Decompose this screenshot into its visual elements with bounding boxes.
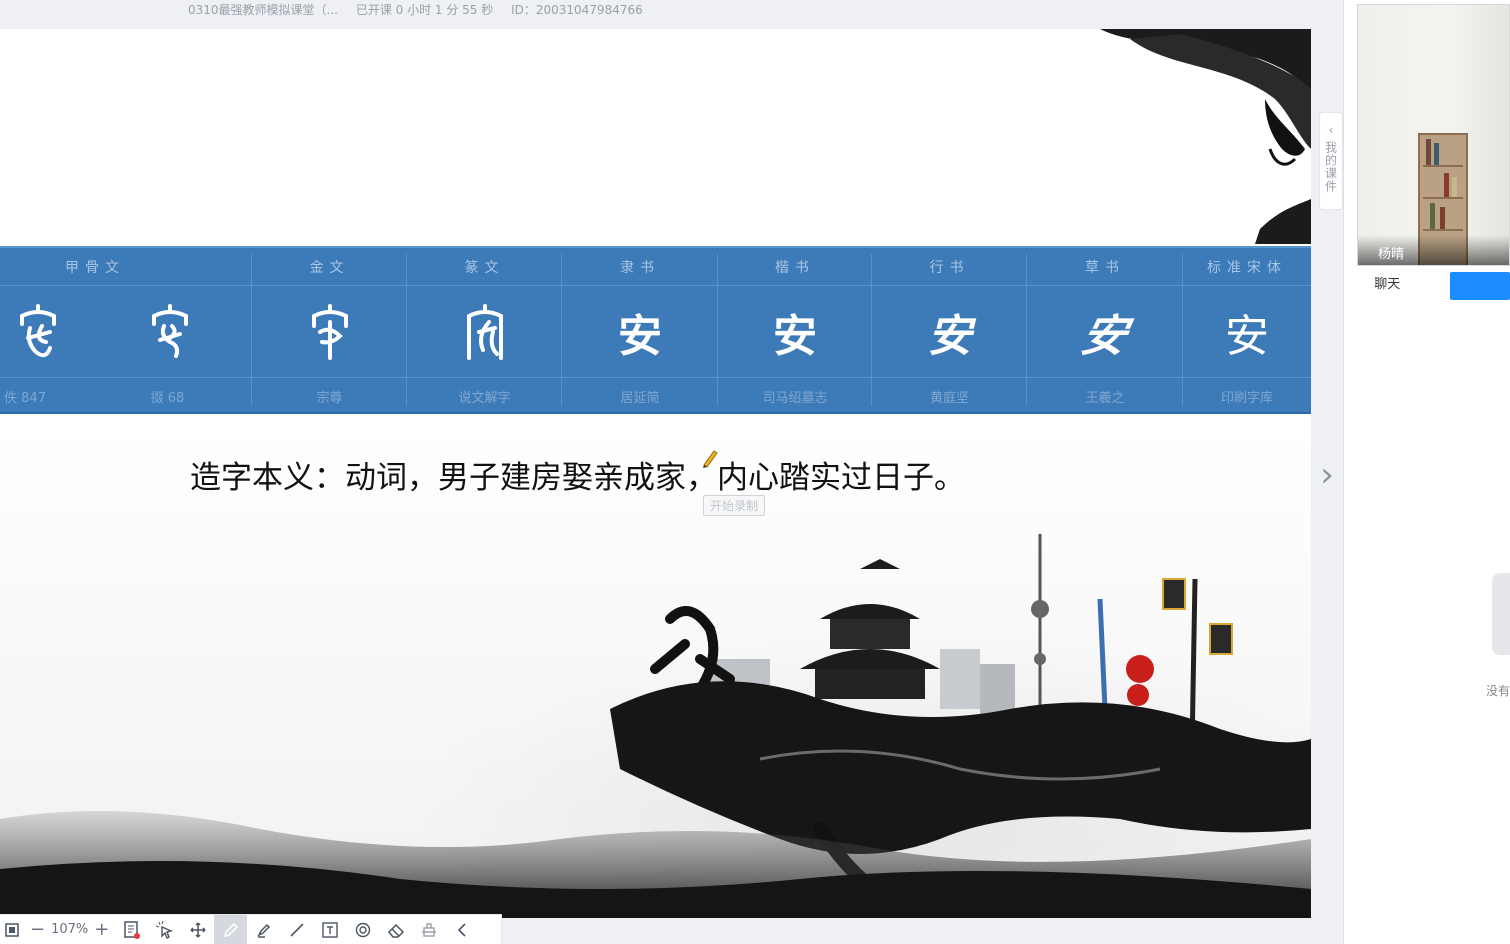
source-cell: 佚 847: [4, 390, 46, 406]
header-cell: 楷书: [775, 259, 815, 276]
header-cell: 草书: [1085, 259, 1125, 276]
column-divider: [871, 254, 872, 406]
pen-cursor-icon: [703, 450, 718, 468]
pen-icon: [223, 922, 238, 937]
column-divider: [251, 254, 252, 406]
video-name-label: 杨晴: [1358, 235, 1509, 265]
courseware-slide[interactable]: 甲骨文 金文 篆文 隶书 楷书 行书 草书 标准宋体 安 安 安 安 安 佚 8…: [0, 29, 1311, 918]
shape-tool-button[interactable]: [346, 915, 379, 944]
table-glyph-row: 安 安 安 安 安: [0, 286, 1311, 378]
column-divider: [1182, 254, 1183, 406]
status-text: 0310最强教师模拟课堂（... 已开课 0 小时 1 分 55 秒 ID：20…: [188, 1, 657, 18]
live-classroom-app: 0310最强教师模拟课堂（... 已开课 0 小时 1 分 55 秒 ID：20…: [0, 0, 1510, 944]
line-icon: [290, 922, 304, 937]
header-cell: 标准宋体: [1207, 259, 1287, 276]
header-cell: 隶书: [620, 259, 660, 276]
course-title: 0310最强教师模拟课堂（...: [188, 3, 338, 17]
source-cell: 说文解字: [458, 390, 511, 406]
header-cell: 篆文: [464, 259, 505, 276]
character-meaning-text: 造字本义：动词，男子建房娶亲成家，内心踏实过日子。: [190, 460, 965, 496]
line-tool-button[interactable]: [280, 915, 313, 944]
highlighter-icon: [257, 923, 270, 938]
clerical-glyph: 安: [618, 310, 662, 362]
eraser-button[interactable]: [379, 915, 412, 944]
tab-chat[interactable]: 聊天: [1357, 272, 1418, 300]
text-box-icon: [322, 921, 338, 938]
move-button[interactable]: [181, 915, 214, 944]
right-panel: 杨晴 聊天 没有: [1344, 0, 1510, 944]
next-slide-button[interactable]: ›: [1316, 455, 1338, 495]
zoom-control: − 107% +: [24, 919, 115, 940]
my-courseware-tab[interactable]: ‹ 我的课件: [1319, 112, 1343, 210]
script-evolution-table: 甲骨文 金文 篆文 隶书 楷书 行书 草书 标准宋体 安 安 安 安 安 佚 8…: [0, 246, 1311, 414]
whiteboard-toolbar: − 107% +: [0, 914, 502, 944]
zoom-value: 107%: [51, 922, 89, 937]
source-cell: 居延简: [620, 390, 660, 406]
eraser-icon: [387, 923, 404, 938]
table-header-row: 甲骨文 金文 篆文 隶书 楷书 行书 草书 标准宋体: [0, 248, 1311, 286]
status-bar: 0310最强教师模拟课堂（... 已开课 0 小时 1 分 55 秒 ID：20…: [0, 0, 1343, 28]
fit-screen-icon: [5, 922, 19, 937]
clear-board-icon: [421, 922, 436, 937]
zoom-in-button[interactable]: +: [94, 919, 109, 940]
pen-tool-button[interactable]: [214, 914, 248, 944]
room-id: ID：20031047984766: [511, 3, 643, 17]
notes-button[interactable]: [115, 915, 148, 944]
source-cell: 宗尊: [316, 390, 343, 406]
laser-pointer-icon: [155, 920, 174, 939]
circle-target-icon: [355, 922, 371, 937]
running-glyph: 安: [927, 310, 972, 362]
highlighter-button[interactable]: [247, 915, 280, 944]
bronze-glyph: [252, 286, 407, 377]
chevron-right-icon: ›: [1320, 455, 1334, 495]
my-courseware-label: 我的课件: [1323, 141, 1338, 193]
oracle-bone-glyph-1: [0, 286, 75, 377]
fit-screen-button[interactable]: [0, 915, 24, 944]
seal-glyph: [407, 286, 562, 377]
source-cell: 王羲之: [1085, 390, 1125, 406]
elapsed-time: 已开课 0 小时 1 分 55 秒: [355, 3, 494, 17]
laser-pointer-button[interactable]: [148, 915, 181, 944]
zoom-out-button[interactable]: −: [30, 919, 45, 940]
header-cell: 甲骨文: [65, 259, 125, 276]
header-cell: 金文: [309, 259, 350, 276]
regular-glyph: 安: [773, 310, 817, 362]
ink-splash-decoration: [1100, 29, 1311, 244]
chevron-left-icon: ‹: [1328, 123, 1334, 137]
collapse-toolbar-button[interactable]: [445, 915, 478, 944]
chat-empty-text: 没有: [1486, 684, 1510, 698]
source-cell: 印刷字库: [1220, 390, 1273, 406]
column-divider: [1026, 254, 1027, 406]
column-divider: [406, 254, 407, 406]
source-cell: 司马绍墓志: [762, 390, 828, 406]
source-cell: 掇 68: [150, 390, 185, 406]
column-divider: [561, 254, 562, 406]
move-icon: [190, 921, 206, 938]
column-divider: [717, 254, 718, 406]
cursive-glyph: 安: [1076, 310, 1132, 362]
table-source-row: 佚 847 掇 68 宗尊 说文解字 居延简 司马绍墓志 黄庭坚 王羲之 印刷字…: [0, 378, 1311, 414]
teacher-video[interactable]: 杨晴: [1357, 4, 1510, 266]
chat-drawer-handle[interactable]: [1492, 573, 1510, 655]
clear-button[interactable]: [412, 915, 445, 944]
header-cell: 行书: [929, 259, 970, 276]
source-cell: 黄庭坚: [929, 390, 969, 406]
songti-glyph: 安: [1225, 310, 1269, 362]
notes-icon: [124, 920, 140, 939]
text-tool-button[interactable]: [313, 915, 346, 944]
ink-ground-decoration: [0, 811, 1311, 918]
chevron-left-icon: [457, 922, 466, 937]
oracle-bone-glyph-2: [130, 286, 210, 377]
panel-tabs: 聊天: [1357, 272, 1510, 300]
tab-active[interactable]: [1449, 272, 1510, 300]
